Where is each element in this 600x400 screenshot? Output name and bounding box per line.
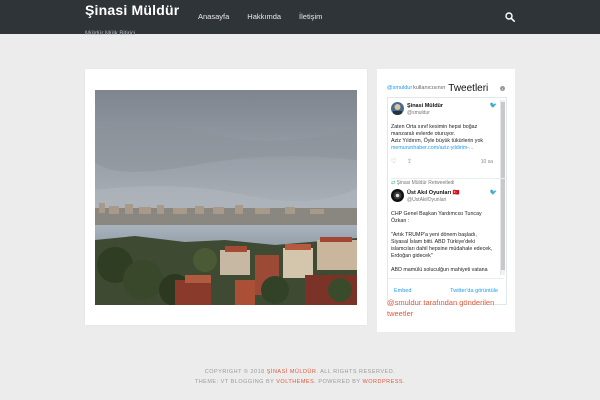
tweets-by-user-link[interactable]: @smuldur tarafından gönderilen tweetler	[387, 297, 505, 319]
twitter-widget-user-suffix: kullanıcısının	[413, 85, 446, 91]
embed-link[interactable]: Embed	[394, 288, 411, 294]
main-nav: Anasayfa Hakkımda İletişim	[198, 12, 340, 21]
tweet-author-name[interactable]: Üst Akıl Oyunları 🇹🇷	[407, 190, 460, 196]
like-icon[interactable]: ♡	[391, 159, 396, 165]
credits-line: THEME: VT BLOGGING BY VOLTHEMES. POWERED…	[194, 379, 406, 385]
bird-icon[interactable]: 🐦	[490, 102, 497, 109]
twitter-timeline[interactable]: Şinasi Müldür @smuldur 🐦 Zaten Orta sını…	[387, 97, 507, 305]
timeline-scroll-thumb[interactable]	[501, 102, 505, 270]
site-header: Şinasi Müldür Müldür Mülk Bitirici Anasa…	[0, 0, 600, 37]
tweet-text: CHP Genel Başkan Yardımcısı Tuncay Özkan…	[391, 211, 493, 273]
retweet-icon: ⇄	[391, 180, 396, 186]
site-footer: COPYRIGHT © 2018 ŞİNASİ MÜLDÜR. ALL RIGH…	[0, 367, 600, 387]
site-tagline: Müldür Mülk Bitirici	[85, 31, 136, 37]
footer-site-link[interactable]: ŞİNASİ MÜLDÜR	[267, 369, 317, 375]
info-icon[interactable]: i	[500, 85, 505, 91]
post-card	[85, 69, 367, 325]
tweet-link[interactable]: memurunhaber.com/aziz-yildirim-...	[391, 145, 473, 151]
avatar[interactable]	[391, 102, 404, 115]
tweet-actions: ♡ ⇪ 10 sa	[391, 158, 495, 165]
nav-item-contact[interactable]: İletişim	[299, 12, 322, 21]
tweet-author-handle[interactable]: @smuldur	[407, 110, 430, 116]
nav-item-about[interactable]: Hakkımda	[247, 12, 281, 21]
site-brand[interactable]: Şinasi Müldür Müldür Mülk Bitirici	[85, 3, 179, 42]
twitter-widget-header: @smuldur kullanıcısının Tweetleri i	[387, 81, 505, 95]
tweet-author-name[interactable]: Şinasi Müldür	[407, 103, 443, 109]
sidebar-widget: @smuldur kullanıcısının Tweetleri i Şina…	[377, 69, 515, 332]
site-title[interactable]: Şinasi Müldür	[85, 2, 179, 18]
bird-icon[interactable]: 🐦	[490, 189, 497, 196]
twitter-widget-user[interactable]: @smuldur	[387, 85, 412, 91]
retweet-label: ⇄ Şinasi Müldür Retweetledi	[391, 180, 455, 186]
twitter-widget-title: Tweetleri	[448, 82, 489, 94]
nav-item-home[interactable]: Anasayfa	[198, 12, 229, 21]
tweet-author-handle[interactable]: @UstAkilOyunlari	[407, 197, 446, 203]
wordpress-link[interactable]: WORDPRESS	[363, 379, 404, 385]
view-on-twitter-link[interactable]: Twitter'da görüntüle	[450, 288, 498, 294]
theme-link[interactable]: VOLTHEMES	[276, 379, 314, 385]
tweet-time[interactable]: 10 sa	[481, 159, 493, 165]
tweet-text: Zaten Orta sınıf kesimin hepsi boğaz man…	[391, 124, 484, 151]
divider	[391, 178, 506, 179]
copyright-line: COPYRIGHT © 2018 ŞİNASİ MÜLDÜR. ALL RIGH…	[204, 369, 396, 375]
share-icon[interactable]: ⇪	[407, 159, 412, 165]
featured-photo[interactable]	[95, 90, 357, 305]
search-icon[interactable]	[505, 12, 515, 22]
timeline-scrollbar[interactable]	[500, 100, 505, 275]
avatar[interactable]	[391, 189, 404, 202]
